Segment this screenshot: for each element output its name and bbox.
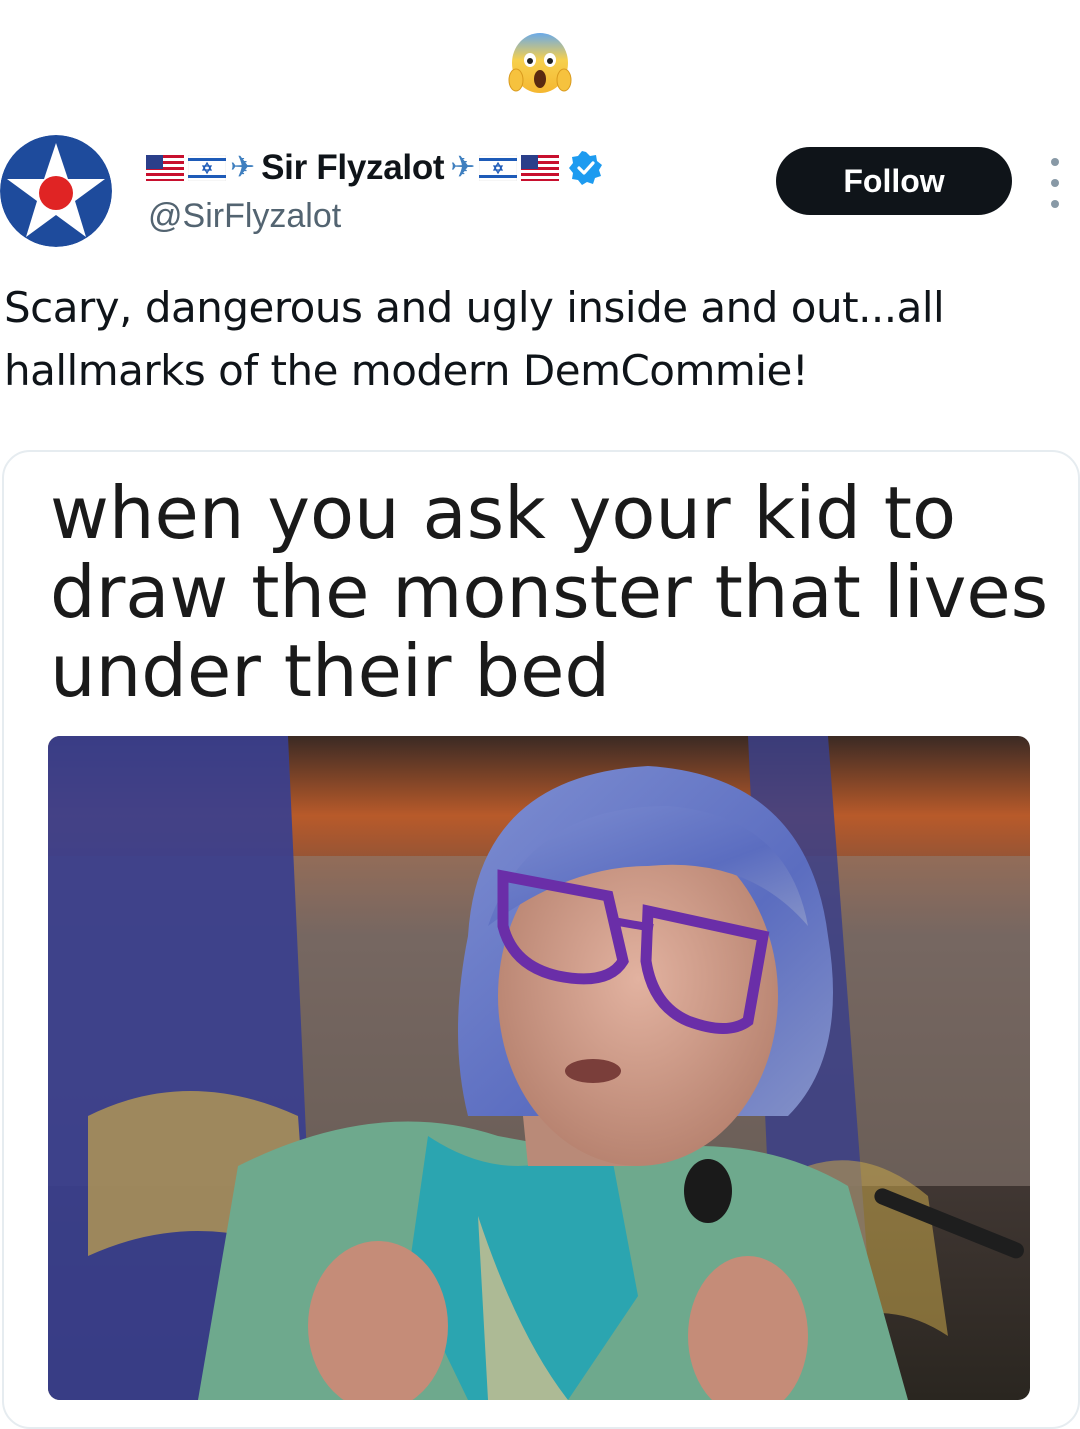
israel-flag-icon xyxy=(188,155,226,181)
face-screaming-in-fear-icon xyxy=(508,33,572,93)
media-card[interactable]: when you ask your kid to draw the monste… xyxy=(2,450,1080,1429)
tweet-text: Scary, dangerous and ugly inside and out… xyxy=(4,283,945,395)
airplane-icon: ✈ xyxy=(450,151,476,184)
meme-caption: when you ask your kid to draw the monste… xyxy=(50,471,1049,713)
us-flag-icon xyxy=(521,155,560,181)
more-dot xyxy=(1051,179,1059,187)
us-flag-icon xyxy=(146,155,184,181)
star-roundel-icon xyxy=(0,135,112,247)
avatar[interactable] xyxy=(0,135,112,247)
more-dot xyxy=(1051,200,1059,208)
author-name-row[interactable]: ✈ Sir Flyzalot ✈ xyxy=(146,147,603,189)
meme-photo[interactable] xyxy=(48,736,1030,1400)
more-options-icon[interactable] xyxy=(1040,158,1070,208)
author-handle[interactable]: @SirFlyzalot xyxy=(148,197,341,236)
airplane-icon: ✈ xyxy=(230,151,256,184)
israel-flag-icon xyxy=(479,155,518,181)
verified-badge-icon[interactable] xyxy=(569,151,603,185)
more-dot xyxy=(1051,158,1059,166)
author-display-name[interactable]: Sir Flyzalot xyxy=(261,148,444,188)
follow-button[interactable]: Follow xyxy=(776,147,1012,215)
